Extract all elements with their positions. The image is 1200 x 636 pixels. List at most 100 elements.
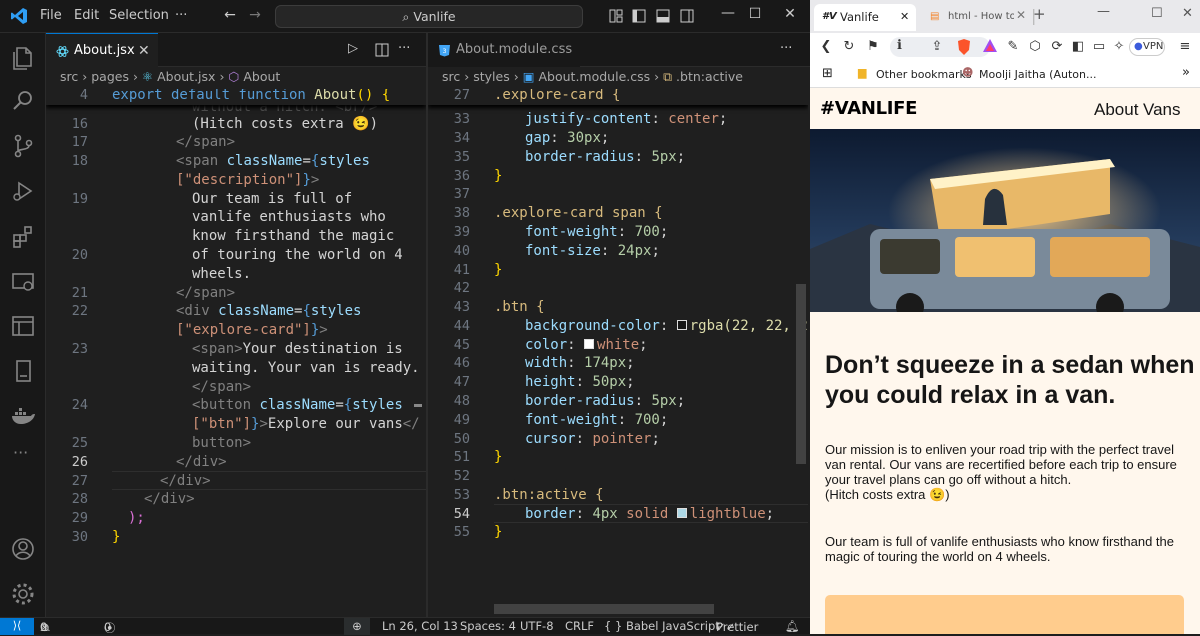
code-line-50: cursor: pointer; (525, 431, 660, 447)
sticky-scroll-line[interactable]: 27 .explore-card { (428, 89, 808, 105)
brave-shields-icon[interactable] (956, 38, 972, 56)
accounts-icon[interactable] (9, 535, 37, 563)
close-tab-icon[interactable]: ✕ (1016, 8, 1026, 22)
extension-icon[interactable]: ✎ (1004, 38, 1022, 56)
toggle-panel-icon[interactable] (656, 9, 670, 23)
minimize-icon[interactable]: — (1097, 4, 1110, 19)
testing-icon[interactable] (9, 312, 37, 340)
horizontal-scrollbar[interactable] (494, 604, 714, 614)
forward-arrow-icon[interactable]: → (245, 7, 265, 23)
line-number: 54 (453, 506, 470, 522)
back-icon[interactable]: ❮ (817, 38, 835, 56)
minimize-icon[interactable]: — (718, 5, 738, 21)
close-window-icon[interactable]: ✕ (780, 6, 800, 22)
breadcrumb-item[interactable]: styles (473, 69, 510, 84)
extensions-puzzle-icon[interactable]: ⬡ (1026, 38, 1044, 56)
extensions-icon[interactable] (9, 223, 37, 251)
command-center-search[interactable]: ⌕ Vanlife (275, 5, 583, 28)
maximize-icon[interactable]: ☐ (1151, 6, 1163, 21)
vertical-scrollbar[interactable] (796, 284, 806, 464)
color-swatch[interactable] (676, 508, 687, 518)
tab-about-module-css[interactable]: 3 About.module.css (428, 33, 580, 67)
left-code-editor[interactable]: 4 export default function About() { with… (46, 89, 426, 617)
run-file-icon[interactable]: ▷ (348, 41, 358, 56)
bookmark-item[interactable]: Moolji Jaitha (Auton... (979, 68, 1096, 81)
encoding[interactable]: UTF-8 (520, 619, 554, 633)
remote-indicator-icon[interactable]: ⟩⟨ (0, 618, 34, 635)
remote-explorer-icon[interactable] (9, 268, 37, 296)
code-token: className (218, 303, 295, 319)
close-window-icon[interactable]: ✕ (1182, 6, 1193, 21)
apps-grid-icon[interactable]: ⊞ (822, 66, 833, 81)
sync-icon[interactable]: ⟳ (1048, 38, 1066, 56)
right-code-editor[interactable]: 27 .explore-card { 33 34 35 36 37 38 39 40 41 42 4… (428, 89, 808, 617)
close-tab-icon[interactable]: ✕ (138, 34, 150, 68)
site-info-icon[interactable]: ℹ (897, 38, 902, 53)
browser-tab-vanlife[interactable]: #V Vanlife ✕ (814, 4, 916, 31)
indentation[interactable]: Spaces: 4 (460, 619, 516, 633)
language-mode[interactable]: { } Babel JavaScript (604, 619, 720, 633)
color-swatch[interactable] (584, 339, 595, 349)
menu-more[interactable]: ··· (175, 8, 187, 23)
nav-about-link[interactable]: About (1094, 100, 1138, 120)
gear-icon[interactable] (9, 580, 37, 608)
leo-ai-icon[interactable]: ✧ (1110, 38, 1128, 56)
breadcrumb-item[interactable]: .btn:active (676, 69, 743, 84)
zoom-icon[interactable]: ⊕ (344, 618, 370, 635)
bookmark-icon[interactable]: ⚑ (864, 38, 882, 56)
share-icon[interactable]: ⇪ (928, 38, 946, 56)
brave-rewards-icon[interactable] (982, 38, 998, 54)
menu-selection[interactable]: Selection (109, 8, 169, 23)
more-actions-icon[interactable]: ··· (780, 41, 792, 56)
nav-vans-link[interactable]: Vans (1143, 100, 1181, 120)
breadcrumb-item[interactable]: About.jsx (157, 69, 215, 84)
notebook-icon[interactable] (9, 357, 37, 385)
color-swatch[interactable] (676, 320, 687, 330)
line-number: 51 (453, 449, 470, 465)
left-editor-tabbar: About.jsx ✕ ▷ ··· (46, 33, 426, 67)
close-tab-icon[interactable]: ✕ (900, 4, 909, 30)
back-arrow-icon[interactable]: ← (220, 7, 240, 23)
split-editor-icon[interactable] (375, 43, 389, 57)
copilot-icon[interactable] (609, 9, 623, 23)
run-debug-icon[interactable] (9, 177, 37, 205)
right-breadcrumb: src › styles › ▣ About.module.css › ⧉ .b… (442, 67, 743, 89)
more-actions-icon[interactable]: ··· (398, 41, 410, 56)
source-control-icon[interactable] (9, 132, 37, 160)
chevron-more-icon[interactable]: » (1182, 65, 1190, 80)
more-views-icon[interactable]: ··· (13, 443, 28, 462)
breadcrumb-item[interactable]: src (60, 69, 78, 84)
search-icon[interactable] (9, 87, 37, 115)
line-number: 42 (453, 280, 470, 296)
browser-tab-stackoverflow[interactable]: ▤ html - How to s (922, 4, 1014, 31)
docker-icon[interactable] (9, 402, 37, 430)
cursor-position[interactable]: Ln 26, Col 13 (382, 619, 458, 633)
reload-icon[interactable]: ↻ (840, 38, 858, 56)
breadcrumb-item[interactable]: About (243, 69, 280, 84)
menu-file[interactable]: File (40, 8, 62, 23)
menu-edit[interactable]: Edit (74, 8, 99, 23)
line-number: 18 (71, 153, 88, 169)
maximize-icon[interactable]: ☐ (745, 6, 765, 22)
new-tab-icon[interactable]: + (1033, 5, 1046, 23)
toggle-secondary-sidebar-icon[interactable] (680, 9, 694, 23)
sticky-scroll-line[interactable]: 4 export default function About() { (46, 89, 426, 105)
activity-bar: ··· (0, 33, 46, 617)
breadcrumb-item[interactable]: pages (91, 69, 129, 84)
breadcrumb-item[interactable]: src (442, 69, 460, 84)
explorer-icon[interactable] (9, 43, 37, 71)
site-logo[interactable]: #VANLIFE (820, 98, 917, 119)
toggle-sidebar-icon[interactable] (632, 9, 646, 23)
bookmark-folder[interactable]: Other bookmarks (876, 68, 972, 81)
wallet-icon[interactable]: ▭ (1090, 38, 1108, 56)
notifications-bell-icon[interactable]: 🔔︎ (785, 619, 800, 633)
line-number: 26 (71, 454, 88, 470)
menu-icon[interactable]: ≡ (1176, 38, 1194, 56)
end-of-line[interactable]: CRLF (565, 619, 594, 633)
vpn-button[interactable]: ● VPN (1129, 38, 1165, 56)
tab-label: html - How to s (948, 11, 1014, 22)
sidebar-icon[interactable]: ◧ (1069, 38, 1087, 56)
code-line-23-wrap: </span> (192, 379, 252, 395)
tab-about-jsx[interactable]: About.jsx ✕ (46, 33, 158, 67)
breadcrumb-item[interactable]: About.module.css (538, 69, 650, 84)
